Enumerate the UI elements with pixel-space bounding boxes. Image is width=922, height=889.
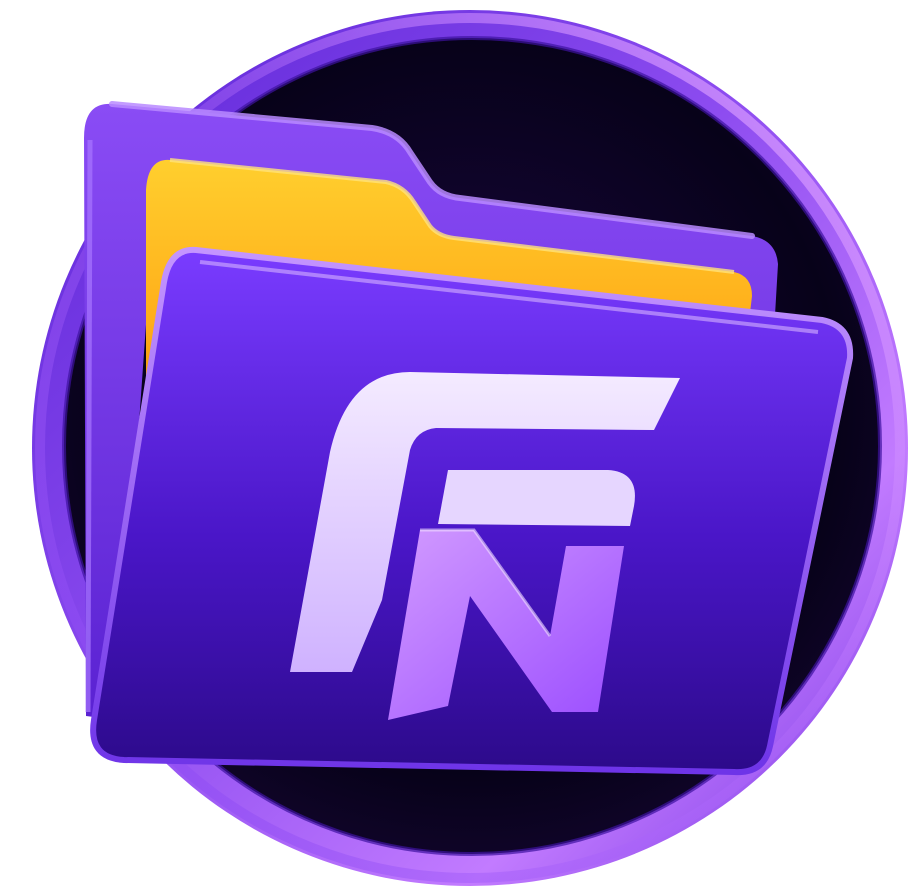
- letter-f-bar: [438, 470, 635, 526]
- app-logo: [0, 0, 922, 889]
- logo-canvas: [32, 10, 908, 886]
